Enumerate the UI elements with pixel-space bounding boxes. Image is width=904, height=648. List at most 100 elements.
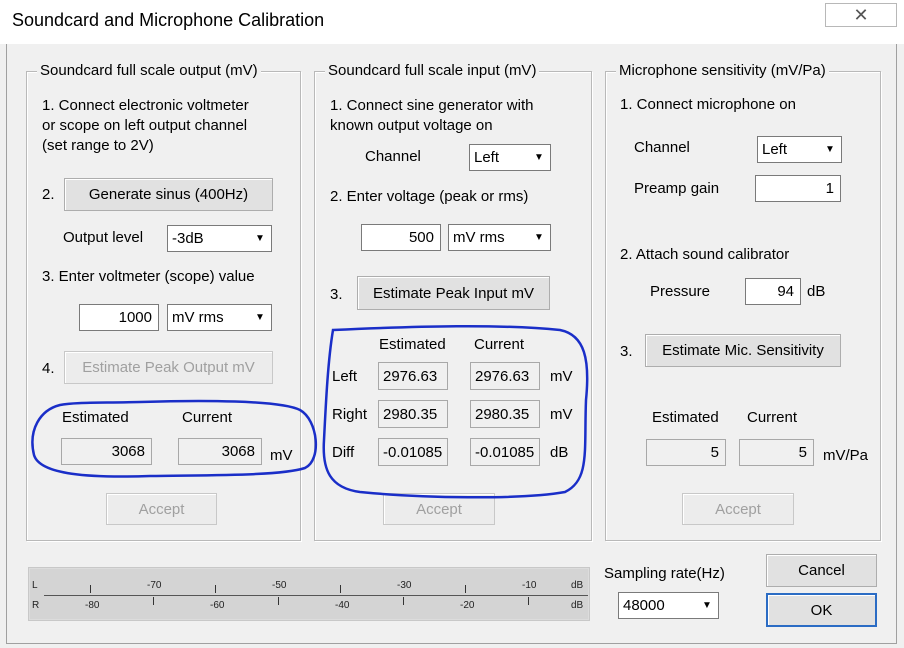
mic-preamp-input[interactable]: 1 (755, 175, 841, 202)
close-icon: ✕ (853, 4, 869, 25)
mic-current-header: Current (747, 409, 798, 426)
mic-estimated-header: Estimated (652, 409, 719, 426)
output-current-header: Current (182, 409, 233, 426)
mic-preamp-label: Preamp gain (634, 180, 720, 197)
mic-channel-label: Channel (634, 139, 690, 156)
meter-db-label: dB (571, 580, 584, 591)
input-row-diff-current: -0.01085 (470, 438, 540, 466)
output-unit-label: mV (270, 447, 293, 464)
meter-right-channel-label: R (32, 600, 40, 611)
output-group-legend: Soundcard full scale output (mV) (37, 62, 261, 79)
meter-top-tick-label: -30 (397, 580, 412, 591)
voltmeter-unit-select[interactable]: mV rms ▼ (167, 304, 272, 331)
input-estimated-header: Estimated (379, 336, 446, 353)
meter-left-channel-label: L (32, 580, 38, 591)
output-accept-button[interactable]: Accept (106, 493, 217, 525)
chevron-down-icon: ▼ (255, 312, 265, 323)
meter-top-tick-label: -50 (272, 580, 287, 591)
generate-sinus-button[interactable]: Generate sinus (400Hz) (64, 178, 273, 211)
mic-channel-value: Left (762, 141, 788, 158)
mic-unit-label: mV/Pa (823, 447, 869, 464)
input-row-left-unit: mV (550, 368, 573, 385)
meter-tick (340, 585, 341, 593)
input-voltage-field[interactable]: 500 (361, 224, 441, 251)
input-voltage-unit-select[interactable]: mV rms ▼ (448, 224, 551, 251)
input-group-legend: Soundcard full scale input (mV) (325, 62, 540, 79)
output-level-label: Output level (63, 229, 144, 246)
input-row-diff-label: Diff (332, 444, 355, 461)
input-channel-value: Left (474, 149, 500, 166)
estimate-mic-sensitivity-button[interactable]: Estimate Mic. Sensitivity (645, 334, 841, 367)
voltmeter-unit-value: mV rms (172, 309, 224, 326)
meter-tick (215, 585, 216, 593)
mic-step2-label: 2. Attach sound calibrator (620, 246, 790, 263)
output-step3-label: 3. Enter voltmeter (scope) value (42, 268, 255, 285)
meter-tick (153, 597, 154, 605)
meter-bottom-tick-label: -80 (85, 600, 100, 611)
meter-tick (528, 597, 529, 605)
level-meter-scale: L R -70 -50 -30 -10 dB -80 -60 -40 -20 d… (30, 569, 588, 619)
input-row-diff-estimated: -0.01085 (378, 438, 448, 466)
input-channel-select[interactable]: Left ▼ (469, 144, 551, 171)
chevron-down-icon: ▼ (255, 233, 265, 244)
mic-group-legend: Microphone sensitivity (mV/Pa) (616, 62, 829, 79)
meter-bottom-tick-label: -60 (210, 600, 225, 611)
mic-step3-number: 3. (620, 343, 633, 360)
mic-channel-select[interactable]: Left ▼ (757, 136, 842, 163)
output-step1-line3: (set range to 2V) (42, 137, 154, 154)
meter-top-tick-label: -70 (147, 580, 162, 591)
input-channel-label: Channel (365, 148, 421, 165)
output-step2-number: 2. (42, 186, 55, 203)
chevron-down-icon: ▼ (702, 600, 712, 611)
meter-db-label: dB (571, 600, 584, 611)
output-estimated-header: Estimated (62, 409, 129, 426)
output-current-field: 3068 (178, 438, 262, 465)
output-level-select[interactable]: -3dB ▼ (167, 225, 272, 252)
ok-button[interactable]: OK (766, 593, 877, 627)
voltmeter-value-input[interactable]: 1000 (79, 304, 159, 331)
window-title: Soundcard and Microphone Calibration (12, 10, 325, 30)
input-accept-button[interactable]: Accept (383, 493, 495, 525)
chevron-down-icon: ▼ (825, 144, 835, 155)
input-row-left-current: 2976.63 (470, 362, 540, 390)
input-row-right-unit: mV (550, 406, 573, 423)
output-estimated-field: 3068 (61, 438, 152, 465)
estimate-peak-input-button[interactable]: Estimate Peak Input mV (357, 276, 550, 310)
input-step2-label: 2. Enter voltage (peak or rms) (330, 188, 529, 205)
input-row-diff-unit: dB (550, 444, 569, 461)
input-row-right-estimated: 2980.35 (378, 400, 448, 428)
meter-tick (90, 585, 91, 593)
mic-accept-button[interactable]: Accept (682, 493, 794, 525)
input-step1-line2: known output voltage on (330, 117, 493, 134)
input-voltage-unit-value: mV rms (453, 229, 505, 246)
meter-tick (465, 585, 466, 593)
estimate-peak-output-button[interactable]: Estimate Peak Output mV (64, 351, 273, 384)
mic-estimated-field: 5 (646, 439, 726, 466)
chevron-down-icon: ▼ (534, 232, 544, 243)
mic-pressure-unit: dB (807, 283, 826, 300)
output-step4-number: 4. (42, 360, 55, 377)
meter-center-line (44, 595, 588, 596)
meter-tick (278, 597, 279, 605)
sampling-rate-select[interactable]: 48000 ▼ (618, 592, 719, 619)
output-step1-line2: or scope on left output channel (42, 117, 248, 134)
chevron-down-icon: ▼ (534, 152, 544, 163)
meter-bottom-tick-label: -40 (335, 600, 350, 611)
meter-tick (403, 597, 404, 605)
input-row-right-current: 2980.35 (470, 400, 540, 428)
output-step1-line1: 1. Connect electronic voltmeter (42, 97, 249, 114)
input-row-right-label: Right (332, 406, 368, 423)
close-button[interactable]: ✕ (825, 3, 897, 27)
input-row-left-label: Left (332, 368, 358, 385)
sampling-rate-value: 48000 (623, 597, 665, 614)
mic-step1-label: 1. Connect microphone on (620, 96, 796, 113)
input-step1-line1: 1. Connect sine generator with (330, 97, 534, 114)
output-level-value: -3dB (172, 230, 204, 247)
input-step3-number: 3. (330, 286, 343, 303)
cancel-button[interactable]: Cancel (766, 554, 877, 587)
meter-top-tick-label: -10 (522, 580, 537, 591)
sampling-rate-label: Sampling rate(Hz) (604, 565, 725, 582)
mic-pressure-label: Pressure (650, 283, 711, 300)
mic-pressure-input[interactable]: 94 (745, 278, 801, 305)
mic-current-field: 5 (739, 439, 814, 466)
